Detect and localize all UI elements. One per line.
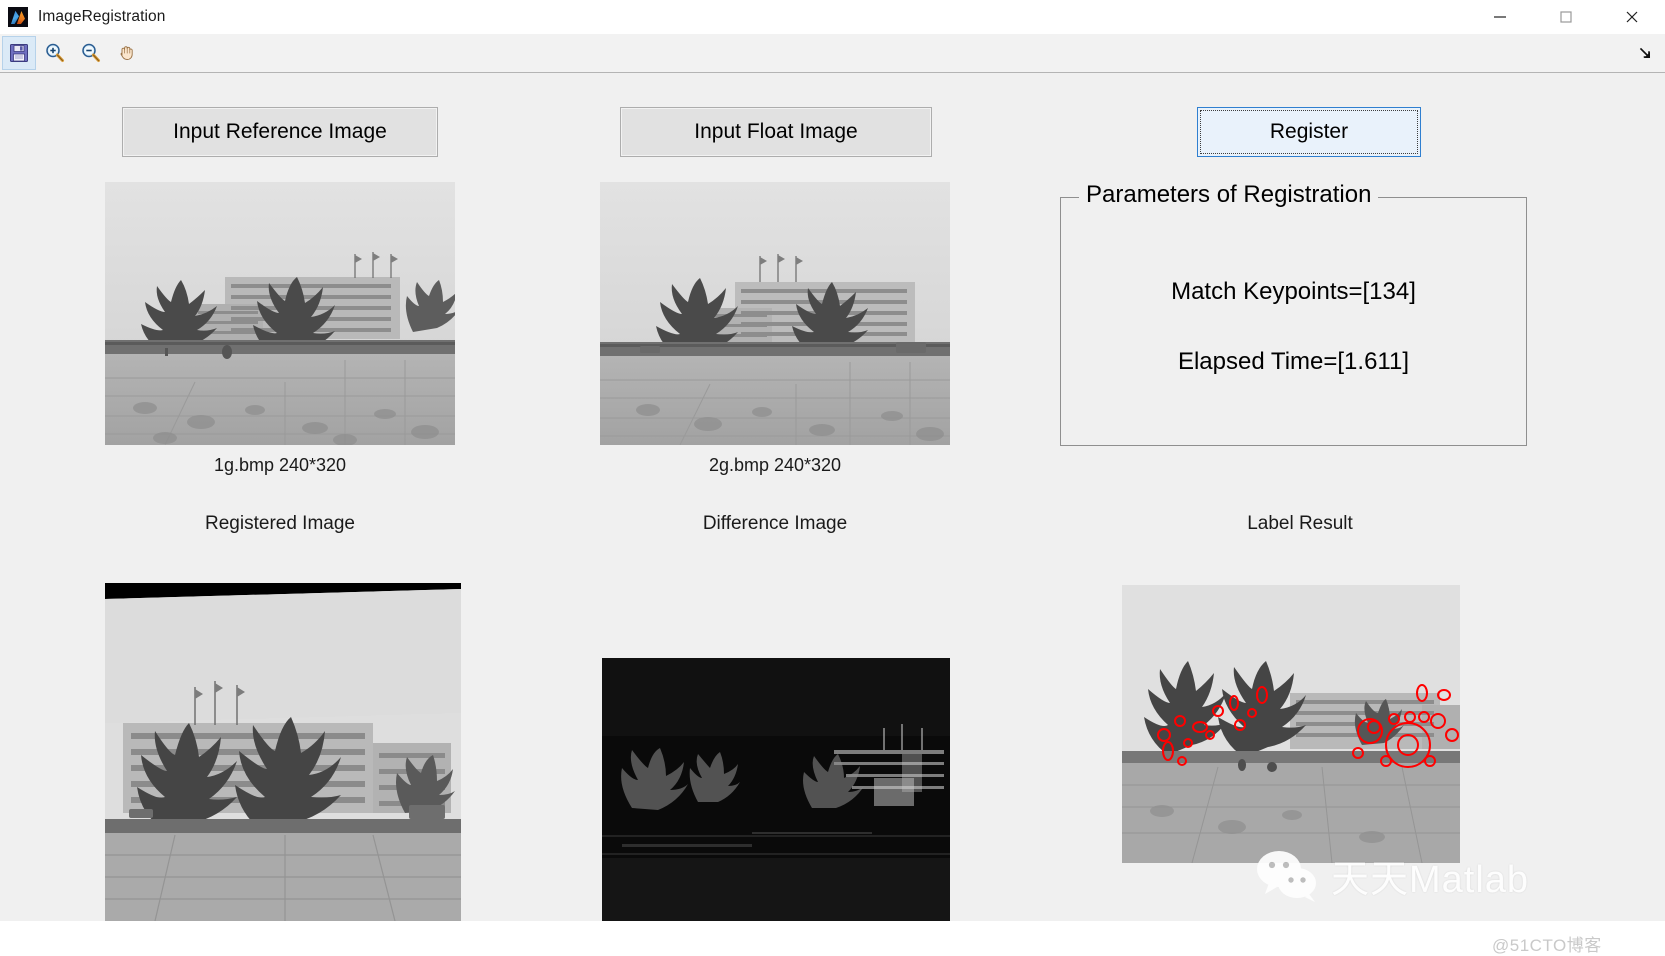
overflow-arrow-icon[interactable] — [1637, 44, 1655, 62]
window-title: ImageRegistration — [38, 8, 166, 25]
registered-image-label: Registered Image — [205, 513, 355, 534]
registered-image-display — [105, 583, 461, 921]
zoom-in-icon[interactable] — [38, 36, 72, 70]
float-image-caption: 2g.bmp 240*320 — [708, 455, 842, 475]
register-button[interactable]: Register — [1197, 107, 1421, 157]
site-watermark: @51CTO博客 — [1492, 936, 1602, 955]
title-bar: ImageRegistration — [0, 0, 1665, 34]
input-float-image-button[interactable]: Input Float Image — [620, 107, 932, 157]
maximize-icon[interactable] — [1533, 0, 1599, 34]
label-result-label: Label Result — [1247, 513, 1353, 534]
difference-image-label: Difference Image — [702, 513, 848, 534]
match-keypoints-value: Match Keypoints=[134] — [1171, 278, 1416, 305]
pan-hand-icon[interactable] — [110, 36, 144, 70]
reference-image-caption: 1g.bmp 240*320 — [213, 455, 347, 475]
window-controls — [1467, 0, 1665, 34]
matlab-icon — [8, 7, 28, 27]
input-reference-image-button[interactable]: Input Reference Image — [122, 107, 438, 157]
minimize-icon[interactable] — [1467, 0, 1533, 34]
elapsed-time-value: Elapsed Time=[1.611] — [1177, 348, 1410, 375]
main-panel: Input Reference Image Input Float Image … — [0, 73, 1665, 955]
toolbar — [0, 34, 1665, 73]
parameters-group-legend: Parameters of Registration — [1079, 181, 1379, 209]
difference-image-display — [602, 658, 950, 921]
input-float-image-label: Input Float Image — [694, 120, 858, 143]
zoom-out-icon[interactable] — [74, 36, 108, 70]
parameters-of-registration-group: Parameters of Registration Match Keypoin… — [1060, 181, 1527, 446]
save-icon[interactable] — [2, 36, 36, 70]
close-icon[interactable] — [1599, 0, 1665, 34]
input-reference-image-label: Input Reference Image — [173, 120, 387, 143]
float-image-display — [600, 182, 950, 445]
label-result-image-display — [1122, 585, 1460, 863]
reference-image-display — [105, 182, 455, 445]
register-button-label: Register — [1269, 120, 1349, 143]
